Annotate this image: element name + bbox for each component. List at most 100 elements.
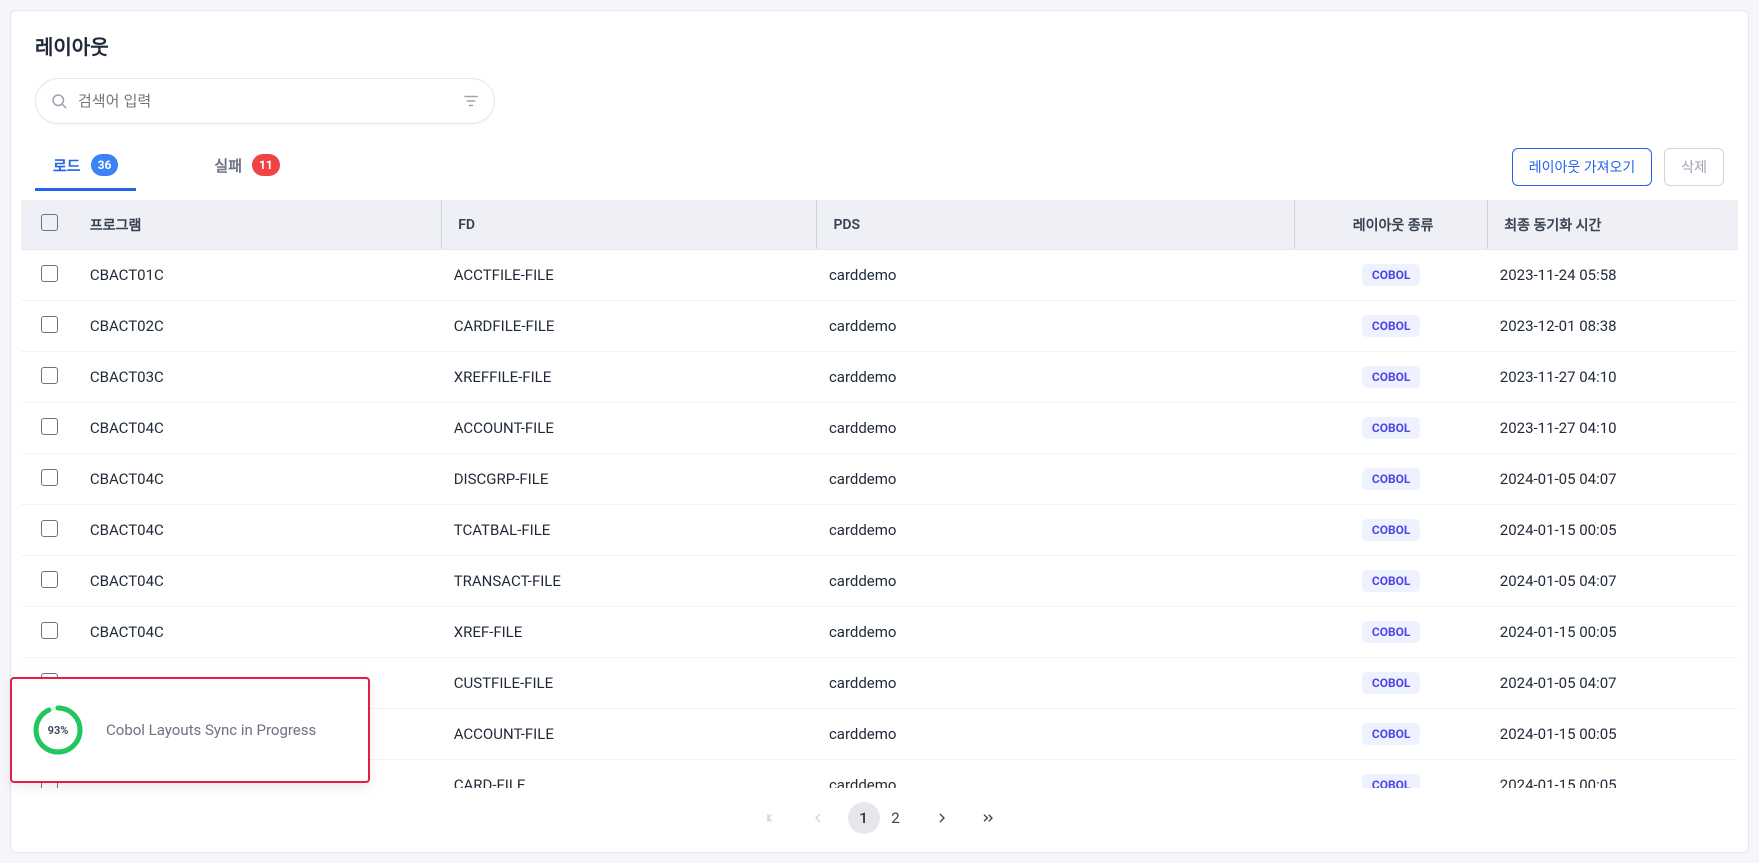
cell-pds: carddemo	[817, 301, 1295, 352]
cell-layout-type: COBOL	[1295, 607, 1488, 658]
page-title: 레이아웃	[11, 31, 1748, 78]
cell-pds: carddemo	[817, 760, 1295, 789]
page-number-1[interactable]: 1	[848, 802, 880, 834]
table-row[interactable]: CBACT04CDISCGRP-FILEcarddemoCOBOL2024-01…	[21, 454, 1738, 505]
cell-layout-type: COBOL	[1295, 658, 1488, 709]
cell-layout-type: COBOL	[1295, 505, 1488, 556]
cell-last-sync: 2024-01-05 04:07	[1488, 454, 1738, 505]
tab-fail[interactable]: 실패 11	[196, 142, 297, 191]
cobol-tag: COBOL	[1362, 315, 1421, 337]
cobol-tag: COBOL	[1362, 621, 1421, 643]
row-checkbox[interactable]	[41, 265, 58, 282]
cell-last-sync: 2023-11-24 05:58	[1488, 250, 1738, 301]
cell-pds: carddemo	[817, 352, 1295, 403]
cell-pds: carddemo	[817, 403, 1295, 454]
cell-last-sync: 2024-01-15 00:05	[1488, 760, 1738, 789]
header-pds: PDS	[817, 200, 1295, 250]
cell-pds: carddemo	[817, 607, 1295, 658]
row-checkbox[interactable]	[41, 520, 58, 537]
cell-program: CBACT04C	[78, 403, 442, 454]
search-input[interactable]	[68, 93, 462, 110]
cell-pds: carddemo	[817, 709, 1295, 760]
cobol-tag: COBOL	[1362, 264, 1421, 286]
cobol-tag: COBOL	[1362, 366, 1421, 388]
row-checkbox[interactable]	[41, 571, 58, 588]
cell-last-sync: 2023-11-27 04:10	[1488, 403, 1738, 454]
tab-load-label: 로드	[53, 155, 81, 176]
select-all-checkbox[interactable]	[41, 214, 58, 231]
tab-fail-count: 11	[252, 154, 280, 176]
header-last-sync: 최종 동기화 시간	[1488, 200, 1738, 250]
table-row[interactable]: CBACT04CTRANSACT-FILEcarddemo COBOL 2024-0…	[21, 556, 1738, 607]
pagination: 12	[11, 788, 1748, 852]
page-number-2[interactable]: 2	[880, 802, 912, 834]
table-row[interactable]: CBACT03CXREFFILE-FILEcarddemoCOBOL2023-1…	[21, 352, 1738, 403]
cell-pds: carddemo	[817, 556, 1295, 607]
cell-layout-type: COBOL	[1295, 709, 1488, 760]
cell-program: CBACT04C	[78, 505, 442, 556]
cell-fd: ACCOUNT-FILE	[442, 403, 817, 454]
search-icon	[50, 92, 68, 110]
page-next-button[interactable]	[926, 802, 958, 834]
cell-pds: carddemo	[817, 454, 1295, 505]
cell-last-sync: 2024-01-15 00:05	[1488, 505, 1738, 556]
cell-last-sync: 2023-12-01 08:38	[1488, 301, 1738, 352]
table-row[interactable]: CBACT04CXREF-FILEcarddemo COBOL 2024-01-15…	[21, 607, 1738, 658]
cell-program: CBACT04C	[78, 607, 442, 658]
cell-layout-type: COBOL	[1295, 352, 1488, 403]
delete-button[interactable]: 삭제	[1664, 148, 1724, 186]
page-last-button[interactable]	[972, 802, 1004, 834]
cell-program: CBACT03C	[78, 352, 442, 403]
header-program: 프로그램	[78, 200, 442, 250]
cell-layout-type: COBOL	[1295, 403, 1488, 454]
cell-last-sync: 2024-01-15 00:05	[1488, 709, 1738, 760]
cobol-tag: COBOL	[1362, 570, 1421, 592]
cell-fd: CUSTFILE-FILE	[442, 658, 817, 709]
row-checkbox[interactable]	[41, 469, 58, 486]
import-layout-button[interactable]: 레이아웃 가져오기	[1512, 148, 1653, 186]
tab-load[interactable]: 로드 36	[35, 142, 136, 191]
cell-program: CBACT02C	[78, 301, 442, 352]
header-layout-type: 레이아웃 종류	[1295, 200, 1488, 250]
cell-program: CBACT04C	[78, 454, 442, 505]
search-field-wrap	[35, 78, 495, 124]
cell-program: CBACT04C	[78, 556, 442, 607]
cell-fd: XREFFILE-FILE	[442, 352, 817, 403]
cell-layout-type: COBOL	[1295, 760, 1488, 789]
cobol-tag: COBOL	[1362, 519, 1421, 541]
cell-fd: ACCTFILE-FILE	[442, 250, 817, 301]
cell-fd: TCATBAL-FILE	[442, 505, 817, 556]
cell-pds: carddemo	[817, 658, 1295, 709]
cell-fd: XREF-FILE	[442, 607, 817, 658]
cell-pds: carddemo	[817, 505, 1295, 556]
table-row[interactable]: CBACT04CTCATBAL-FILEcarddemo COBOL 2024-01…	[21, 505, 1738, 556]
row-checkbox[interactable]	[41, 622, 58, 639]
tab-load-count: 36	[91, 154, 119, 176]
cell-layout-type: COBOL	[1295, 301, 1488, 352]
filter-icon[interactable]	[462, 92, 480, 110]
cell-last-sync: 2024-01-05 04:07	[1488, 658, 1738, 709]
table-row[interactable]: CBACT04CACCOUNT-FILEcarddemoCOBOL2023-11…	[21, 403, 1738, 454]
toast-message: Cobol Layouts Sync in Progress	[106, 721, 316, 739]
progress-percent: 93%	[32, 704, 84, 756]
row-checkbox[interactable]	[41, 367, 58, 384]
header-fd: FD	[442, 200, 817, 250]
row-checkbox[interactable]	[41, 316, 58, 333]
cell-layout-type: COBOL	[1295, 454, 1488, 505]
tab-fail-label: 실패	[214, 155, 242, 176]
cobol-tag: COBOL	[1362, 468, 1421, 490]
cell-fd: CARDFILE-FILE	[442, 301, 817, 352]
cobol-tag: COBOL	[1362, 672, 1421, 694]
row-checkbox[interactable]	[41, 418, 58, 435]
cell-fd: TRANSACT-FILE	[442, 556, 817, 607]
cell-program: CBACT01C	[78, 250, 442, 301]
table-row[interactable]: CBACT01CACCTFILE-FILEcarddemoCOBOL2023-1…	[21, 250, 1738, 301]
page-prev-button[interactable]	[802, 802, 834, 834]
table-row[interactable]: CBACT02CCARDFILE-FILEcarddemo COBOL 2023-1…	[21, 301, 1738, 352]
cell-layout-type: COBOL	[1295, 556, 1488, 607]
sync-progress-toast: 93% Cobol Layouts Sync in Progress	[10, 677, 370, 783]
page-first-button[interactable]	[756, 802, 788, 834]
cell-last-sync: 2024-01-05 04:07	[1488, 556, 1738, 607]
cobol-tag: COBOL	[1362, 723, 1421, 745]
cell-last-sync: 2024-01-15 00:05	[1488, 607, 1738, 658]
